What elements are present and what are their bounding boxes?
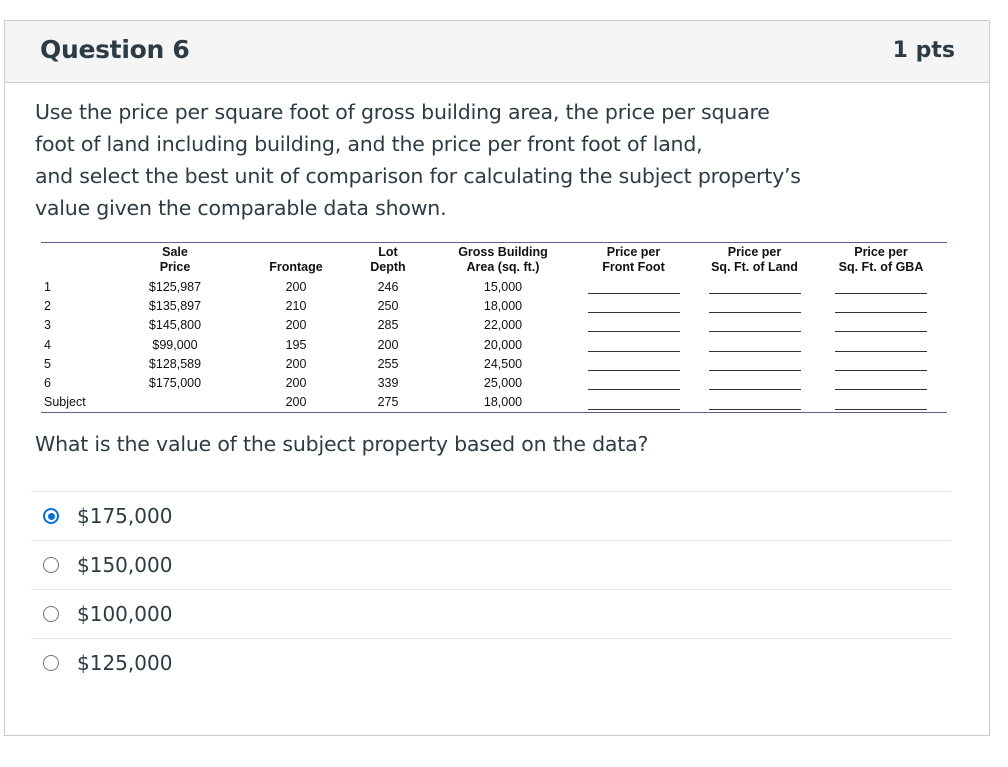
sale-price-cell: $175,000: [148, 376, 202, 391]
gba-cell: 18,000: [433, 392, 573, 414]
answer-option-100000[interactable]: $100,000: [31, 589, 951, 638]
row-label: 6: [44, 376, 51, 391]
frontage-cell: 200: [249, 392, 343, 414]
answer-list: $175,000 $150,000 $100,000 $125,000: [31, 491, 951, 687]
blank-line: [815, 296, 947, 315]
blank-line: [815, 335, 947, 354]
blank-line: [815, 316, 947, 335]
column-header-lot-depth: Lot Depth: [343, 242, 433, 277]
table-row: 1 $125,987 200 246 15,000: [41, 277, 947, 296]
frontage-cell: 200: [285, 376, 307, 391]
row-label: 4: [44, 337, 51, 352]
blank-line: [573, 277, 694, 296]
question-title: Question 6: [40, 35, 190, 64]
radio-selected-icon[interactable]: [43, 508, 59, 524]
row-label: 2: [44, 298, 51, 313]
lot-depth-cell: 246: [377, 279, 399, 294]
gba-cell: 22,000: [483, 318, 523, 333]
question-prompt: Use the price per square foot of gross b…: [35, 96, 965, 224]
blank-line: [815, 373, 947, 392]
lot-depth-cell: 250: [377, 298, 399, 313]
radio-unselected-icon[interactable]: [43, 606, 59, 622]
answer-label[interactable]: $100,000: [77, 602, 172, 626]
lot-depth-cell: 275: [343, 392, 433, 414]
blank-line: [815, 392, 947, 414]
sale-price-cell: $99,000: [152, 337, 198, 352]
frontage-cell: 200: [285, 318, 307, 333]
row-label: 1: [44, 279, 51, 294]
blank-line: [573, 296, 694, 315]
blank-line: [573, 354, 694, 373]
lot-depth-cell: 200: [377, 337, 399, 352]
question-subprompt: What is the value of the subject propert…: [35, 432, 649, 456]
blank-line: [694, 316, 815, 335]
gba-cell: 18,000: [483, 298, 523, 313]
answer-label[interactable]: $150,000: [77, 553, 172, 577]
lot-depth-cell: 285: [377, 318, 399, 333]
frontage-cell: 195: [285, 337, 307, 352]
gba-cell: 20,000: [483, 337, 523, 352]
table-row: 2 $135,897 210 250 18,000: [41, 296, 947, 315]
table-row: 4 $99,000 195 200 20,000: [41, 335, 947, 354]
blank-line: [694, 277, 815, 296]
lot-depth-cell: 255: [377, 356, 399, 371]
sale-price-cell: [101, 392, 249, 414]
answer-option-125000[interactable]: $125,000: [31, 638, 951, 687]
column-header-row-label: [41, 242, 101, 277]
comparables-table: Sale Price Frontage Lot Depth Gross Buildi…: [41, 242, 947, 414]
column-header-price-per-front-foot: Price per Front Foot: [573, 242, 694, 277]
column-header-frontage: Frontage: [249, 242, 343, 277]
answer-label[interactable]: $175,000: [77, 504, 172, 528]
gba-cell: 25,000: [483, 376, 523, 391]
column-header-gba: Gross Building Area (sq. ft.): [433, 242, 573, 277]
lot-depth-cell: 339: [377, 376, 399, 391]
blank-line: [815, 354, 947, 373]
frontage-cell: 210: [285, 298, 307, 313]
prompt-line: Use the price per square foot of gross b…: [35, 100, 770, 124]
sale-price-cell: $128,589: [148, 356, 202, 371]
answer-label[interactable]: $125,000: [77, 651, 172, 675]
blank-line: [694, 296, 815, 315]
table-row: 3 $145,800 200 285 22,000: [41, 316, 947, 335]
blank-line: [815, 277, 947, 296]
gba-cell: 24,500: [483, 356, 523, 371]
blank-line: [694, 335, 815, 354]
blank-line: [694, 373, 815, 392]
answer-option-175000[interactable]: $175,000: [31, 491, 951, 540]
column-header-price-per-sqft-gba: Price per Sq. Ft. of GBA: [815, 242, 947, 277]
row-label: Subject: [41, 392, 101, 414]
row-label: 3: [44, 318, 51, 333]
frontage-cell: 200: [285, 279, 307, 294]
row-label: 5: [44, 356, 51, 371]
prompt-line: and select the best unit of comparison f…: [35, 164, 801, 188]
blank-line: [694, 354, 815, 373]
table-row-subject: Subject 200 275 18,000: [41, 392, 947, 414]
blank-line: [694, 392, 815, 414]
gba-cell: 15,000: [483, 279, 523, 294]
table-row: 6 $175,000 200 339 25,000: [41, 373, 947, 392]
blank-line: [573, 316, 694, 335]
frontage-cell: 200: [285, 356, 307, 371]
column-header-price-per-sqft-land: Price per Sq. Ft. of Land: [694, 242, 815, 277]
sale-price-cell: $135,897: [148, 298, 202, 313]
question-points: 1 pts: [892, 38, 955, 63]
table-row: 5 $128,589 200 255 24,500: [41, 354, 947, 373]
blank-line: [573, 373, 694, 392]
sale-price-cell: $145,800: [148, 318, 202, 333]
blank-line: [573, 392, 694, 414]
answer-option-150000[interactable]: $150,000: [31, 540, 951, 589]
prompt-line: value given the comparable data shown.: [35, 196, 447, 220]
table-header-row: Sale Price Frontage Lot Depth Gross Buildi…: [41, 242, 947, 277]
column-header-sale-price: Sale Price: [101, 242, 249, 277]
sale-price-cell: $125,987: [148, 279, 202, 294]
prompt-line: foot of land including building, and the…: [35, 132, 703, 156]
radio-unselected-icon[interactable]: [43, 557, 59, 573]
radio-unselected-icon[interactable]: [43, 655, 59, 671]
question-header: Question 6 1 pts: [5, 21, 989, 83]
blank-line: [573, 335, 694, 354]
